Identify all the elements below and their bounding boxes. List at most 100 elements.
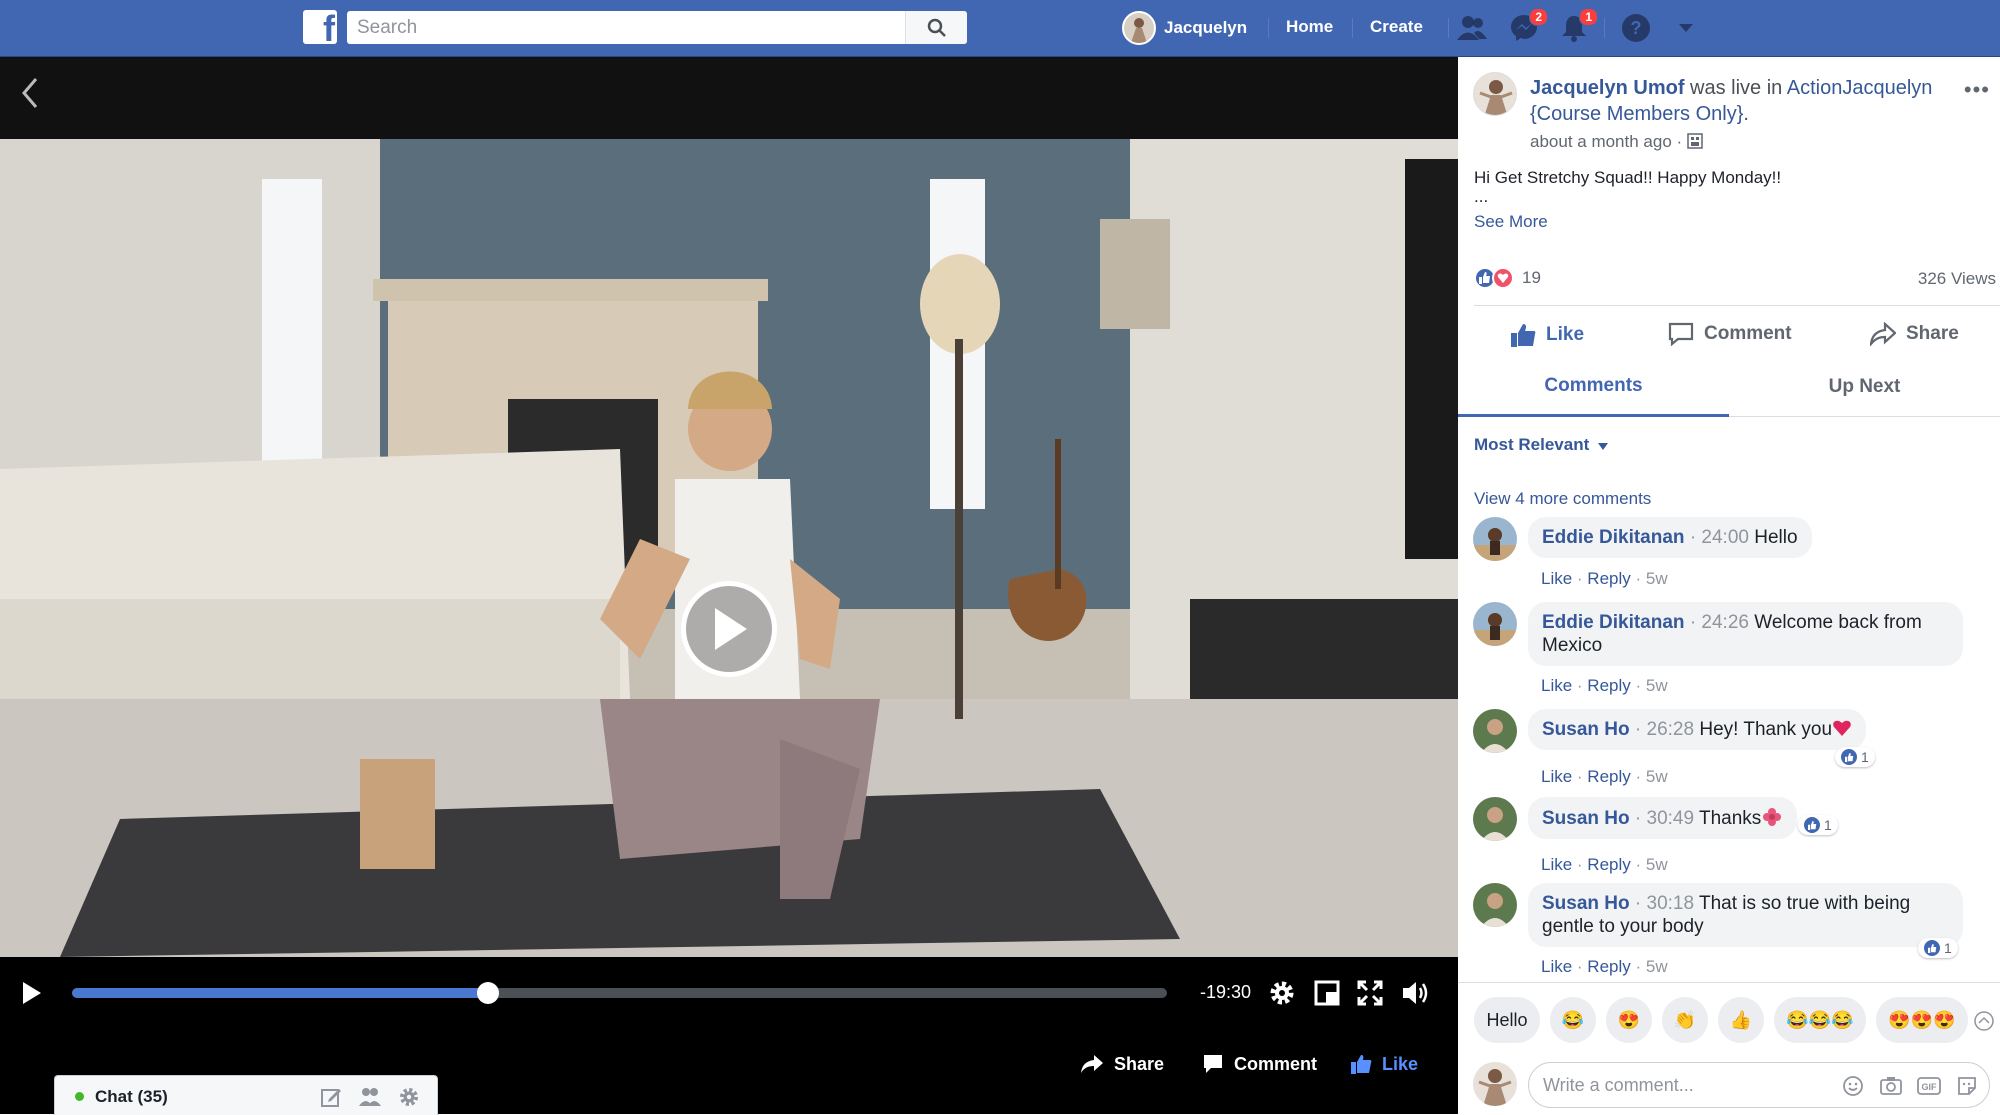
- quick-reply-chip[interactable]: 😍: [1606, 997, 1652, 1043]
- comment-age: 5w: [1645, 569, 1668, 588]
- progress-bar[interactable]: [72, 982, 1167, 1004]
- group-icon: [359, 1088, 381, 1106]
- chat-settings-button[interactable]: [397, 1085, 421, 1109]
- post-share-button[interactable]: Share: [1870, 322, 1959, 346]
- header-period: .: [1743, 103, 1749, 125]
- comment-timestamp[interactable]: 30:18: [1647, 893, 1695, 914]
- post-time-label[interactable]: about a month ago: [1530, 132, 1672, 151]
- commenter-name[interactable]: Susan Ho: [1542, 893, 1630, 914]
- gear-icon: [1270, 981, 1294, 1005]
- tab-comments[interactable]: Comments: [1458, 357, 1729, 417]
- video-share-button[interactable]: Share: [1080, 1053, 1164, 1075]
- video-comment-button[interactable]: Comment: [1202, 1053, 1317, 1075]
- new-group-button[interactable]: [358, 1085, 382, 1109]
- video-like-button[interactable]: Like: [1350, 1053, 1418, 1075]
- author-name-link[interactable]: Jacquelyn Umof: [1530, 77, 1684, 99]
- quick-reply-chip[interactable]: 👏: [1662, 997, 1708, 1043]
- post-like-button[interactable]: Like: [1510, 322, 1584, 348]
- svg-text:?: ?: [1631, 18, 1642, 38]
- comment-like-link[interactable]: Like: [1541, 855, 1572, 874]
- commenter-avatar[interactable]: [1473, 709, 1517, 753]
- chat-label: Chat (35): [95, 1087, 168, 1106]
- caret-down-icon: [1679, 24, 1693, 32]
- comment-timestamp[interactable]: 30:49: [1647, 808, 1695, 829]
- comment-sort-dropdown[interactable]: Most Relevant: [1474, 435, 1608, 455]
- post-comment-button[interactable]: Comment: [1668, 322, 1792, 346]
- notifications-button[interactable]: 1: [1558, 8, 1598, 44]
- comment-like-count[interactable]: 1: [1835, 747, 1875, 767]
- search-button[interactable]: [905, 11, 967, 44]
- quick-reply-chip[interactable]: 😍😍😍: [1876, 997, 1968, 1043]
- sticker-button[interactable]: [1955, 1075, 1979, 1097]
- view-count: 326 Views: [1917, 269, 1996, 288]
- fullscreen-button[interactable]: [1354, 977, 1386, 1009]
- play-toggle-button[interactable]: [20, 979, 48, 1007]
- quick-reply-chip[interactable]: 👍: [1718, 997, 1764, 1043]
- reaction-summary[interactable]: 19: [1474, 267, 1541, 289]
- back-button[interactable]: [14, 73, 46, 113]
- comment-composer: GIF: [1458, 1052, 2000, 1114]
- play-button[interactable]: [681, 581, 777, 677]
- progress-scrubber[interactable]: [477, 982, 500, 1004]
- account-menu-button[interactable]: [1670, 12, 1702, 44]
- post-options-button[interactable]: •••: [1964, 77, 1990, 103]
- commenter-avatar[interactable]: [1473, 797, 1517, 841]
- like-count: 1: [1944, 940, 1952, 956]
- quick-reply-bar: Hello 😂 😍 👏 👍 😂😂😂 😍😍😍: [1458, 982, 2000, 1052]
- comment-input[interactable]: [1543, 1063, 1833, 1107]
- comment-like-count[interactable]: 1: [1798, 815, 1838, 835]
- quick-reply-chip[interactable]: 😂: [1550, 997, 1596, 1043]
- profile-link[interactable]: Jacquelyn: [1122, 10, 1247, 46]
- commenter-avatar[interactable]: [1473, 602, 1517, 646]
- comment-reply-link[interactable]: Reply: [1587, 855, 1630, 874]
- commenter-name[interactable]: Susan Ho: [1542, 719, 1630, 740]
- comment-like-link[interactable]: Like: [1541, 767, 1572, 786]
- comment-reply-link[interactable]: Reply: [1587, 767, 1630, 786]
- quick-reply-chip[interactable]: 😂😂😂: [1774, 997, 1866, 1043]
- comment-timestamp[interactable]: 26:28: [1647, 719, 1695, 740]
- comment-like-link[interactable]: Like: [1541, 676, 1572, 695]
- chat-tab[interactable]: Chat (35): [54, 1075, 438, 1115]
- author-avatar[interactable]: [1473, 72, 1517, 116]
- sticker-icon: [1958, 1077, 1976, 1095]
- speaker-icon: [1403, 982, 1428, 1004]
- comment-like-count[interactable]: 1: [1918, 938, 1958, 958]
- comment-reply-link[interactable]: Reply: [1587, 676, 1630, 695]
- friend-requests-button[interactable]: [1456, 12, 1488, 44]
- attach-photo-button[interactable]: [1879, 1075, 1903, 1097]
- friends-icon: [1457, 16, 1487, 40]
- new-message-button[interactable]: [319, 1085, 343, 1109]
- messages-button[interactable]: 2: [1508, 8, 1548, 44]
- commenter-name[interactable]: Susan Ho: [1542, 808, 1630, 829]
- volume-button[interactable]: [1400, 977, 1432, 1009]
- see-more-link[interactable]: See More: [1474, 212, 1548, 232]
- comment-timestamp[interactable]: 24:26: [1701, 612, 1749, 633]
- comment-timestamp[interactable]: 24:00: [1701, 527, 1749, 548]
- quick-reply-chip[interactable]: Hello: [1474, 997, 1540, 1043]
- post-header: Jacquelyn Umof was live in ActionJacquel…: [1530, 75, 1940, 127]
- search-input[interactable]: [347, 11, 907, 44]
- commenter-avatar[interactable]: [1473, 883, 1517, 927]
- emoji-button[interactable]: [1841, 1075, 1865, 1097]
- commenter-name[interactable]: Eddie Dikitanan: [1542, 527, 1685, 548]
- picture-in-picture-button[interactable]: [1311, 977, 1343, 1009]
- facebook-logo[interactable]: f: [303, 10, 337, 44]
- home-link[interactable]: Home: [1286, 17, 1333, 37]
- comment-like-link[interactable]: Like: [1541, 569, 1572, 588]
- tab-up-next[interactable]: Up Next: [1729, 357, 2000, 417]
- comment-reply-link[interactable]: Reply: [1587, 957, 1630, 976]
- video-frame[interactable]: [0, 139, 1458, 957]
- view-more-comments-link[interactable]: View 4 more comments: [1474, 489, 1651, 509]
- comment-bubble: Eddie Dikitanan · 24:00 Hello: [1528, 517, 1812, 558]
- post-like-label: Like: [1546, 324, 1585, 345]
- create-link[interactable]: Create: [1370, 17, 1423, 37]
- commenter-name[interactable]: Eddie Dikitanan: [1542, 612, 1685, 633]
- nav-divider: [1604, 18, 1605, 38]
- commenter-avatar[interactable]: [1473, 517, 1517, 561]
- comment-reply-link[interactable]: Reply: [1587, 569, 1630, 588]
- collapse-quick-replies-button[interactable]: [1974, 1011, 1994, 1031]
- help-button[interactable]: ?: [1620, 12, 1652, 44]
- gif-button[interactable]: GIF: [1917, 1075, 1941, 1097]
- comment-like-link[interactable]: Like: [1541, 957, 1572, 976]
- settings-button[interactable]: [1266, 977, 1298, 1009]
